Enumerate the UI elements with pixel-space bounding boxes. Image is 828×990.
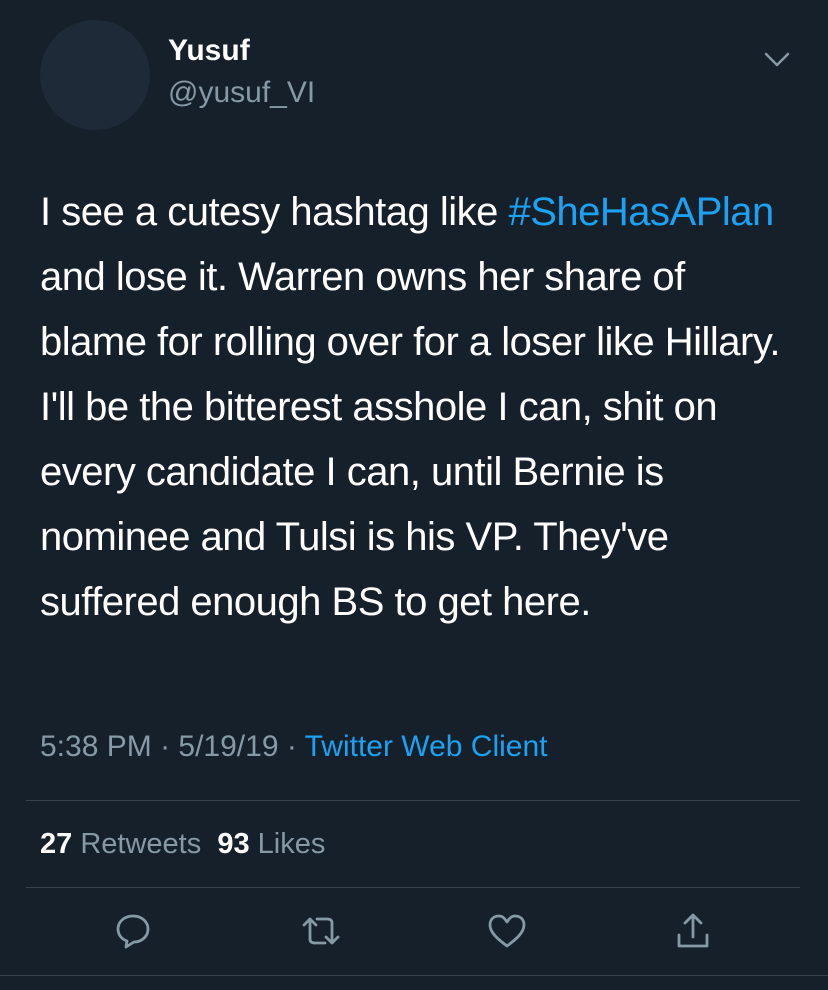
divider [0,975,828,976]
meta-separator: · [151,730,179,763]
chevron-down-icon[interactable] [762,48,792,70]
likes-count: 93 [217,828,250,860]
tweet-meta: 5:38 PM · 5/19/19 · Twitter Web Client [40,730,547,764]
likes-stat[interactable]: 93 Likes [217,828,325,860]
share-button[interactable] [668,908,718,958]
divider [26,887,800,888]
meta-separator: · [278,730,305,763]
display-name[interactable]: Yusuf [168,34,250,68]
retweet-button[interactable] [296,908,346,958]
tweet-stats: 27 Retweets 93 Likes [40,828,325,861]
tweet-text: I see a cutesy hashtag like #SheHasAPlan… [40,180,800,635]
retweets-count: 27 [40,828,73,860]
likes-label: Likes [257,828,326,860]
avatar[interactable] [40,20,150,130]
tweet-text-part: and lose it. Warren owns her share of bl… [40,255,780,624]
heart-icon [486,911,528,956]
retweets-stat[interactable]: 27 Retweets [40,828,201,860]
reply-icon [113,911,153,956]
divider [26,800,800,801]
action-bar [0,908,828,958]
retweets-label: Retweets [80,828,202,860]
tweet-text-part: I see a cutesy hashtag like [40,190,509,234]
tweet-time[interactable]: 5:38 PM [40,730,152,763]
user-handle[interactable]: @yusuf_VI [168,76,315,110]
retweet-icon [299,911,343,956]
tweet-source-link[interactable]: Twitter Web Client [305,730,548,763]
hashtag-link[interactable]: #SheHasAPlan [509,190,775,234]
tweet-date[interactable]: 5/19/19 [178,730,278,763]
like-button[interactable] [482,908,532,958]
share-icon [673,911,713,956]
reply-button[interactable] [108,908,158,958]
